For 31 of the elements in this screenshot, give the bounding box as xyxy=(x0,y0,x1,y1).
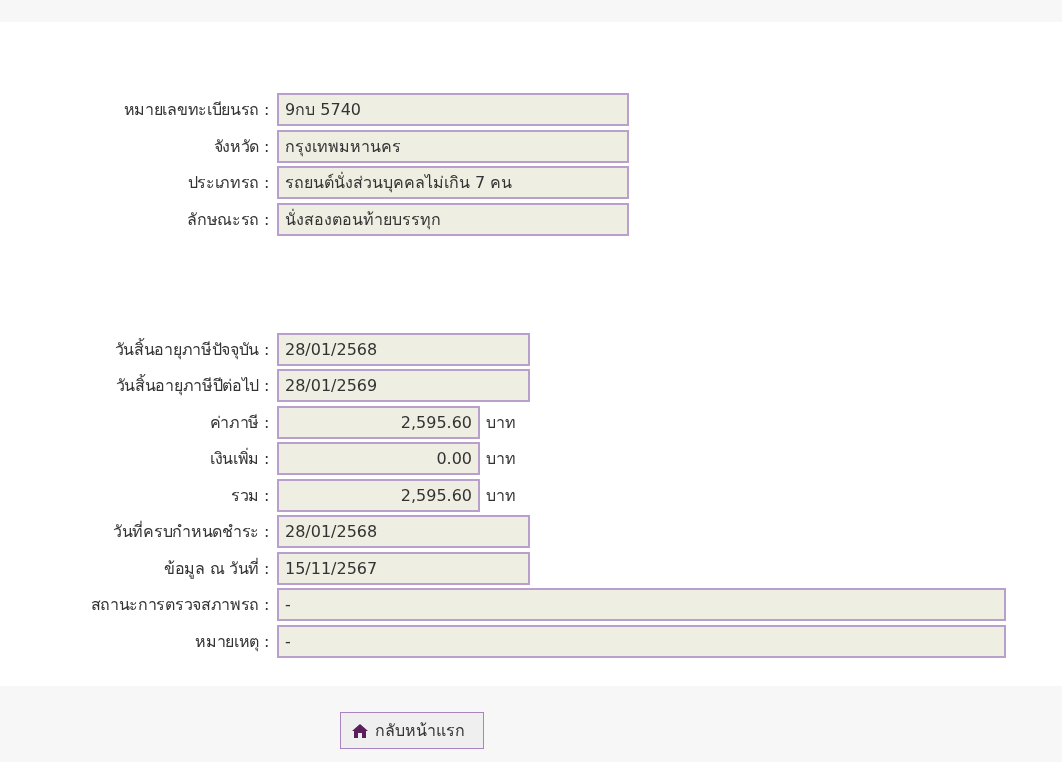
text-field[interactable]: 28/01/2568 xyxy=(277,332,530,366)
text-field[interactable]: 28/01/2568 xyxy=(277,515,530,548)
unit-label: บาท xyxy=(486,411,516,434)
text-field[interactable]: 2,595.60 xyxy=(277,405,480,439)
field-label: ข้อมูล ณ วันที่ : xyxy=(162,557,270,581)
field-label: วันสิ้นอายุภาษีปัจจุบัน : xyxy=(113,337,270,362)
field-label: สถานะการตรวจสภาพรถ : xyxy=(89,594,270,616)
field-label: รวม : xyxy=(230,484,270,507)
field-label: ประเภทรถ : xyxy=(186,172,270,194)
text-field[interactable]: 9กบ 5740 xyxy=(277,93,629,126)
unit-label: บาท xyxy=(486,448,516,470)
field-label: เงินเพิ่ม : xyxy=(208,447,270,470)
field-label: ค่าภาษี : xyxy=(208,411,270,434)
field-label: หมายเหตุ : xyxy=(194,630,270,654)
field-label: วันที่ครบกำหนดชำระ : xyxy=(112,520,270,543)
home-button[interactable]: กลับหน้าแรก xyxy=(340,712,484,749)
text-field[interactable]: กรุงเทพมหานคร xyxy=(277,129,629,163)
text-field[interactable]: รถยนต์นั่งส่วนบุคคลไม่เกิน 7 คน xyxy=(277,166,629,199)
text-field[interactable]: 2,595.60 xyxy=(277,478,480,512)
field-label: หมายเลขทะเบียนรถ : xyxy=(122,99,270,121)
text-field[interactable]: 28/01/2569 xyxy=(277,369,530,402)
unit-label: บาท xyxy=(486,484,516,507)
field-label: จังหวัด : xyxy=(212,135,270,158)
field-label: ลักษณะรถ : xyxy=(186,208,270,231)
text-field[interactable]: - xyxy=(277,624,1006,658)
text-field[interactable]: นั่งสองตอนท้ายบรรทุก xyxy=(277,202,629,236)
home-icon xyxy=(351,722,369,739)
text-field[interactable]: - xyxy=(277,588,1006,621)
text-field[interactable]: 15/11/2567 xyxy=(277,551,530,585)
field-label: วันสิ้นอายุภาษีปีต่อไป : xyxy=(114,373,270,398)
text-field[interactable]: 0.00 xyxy=(277,442,480,475)
